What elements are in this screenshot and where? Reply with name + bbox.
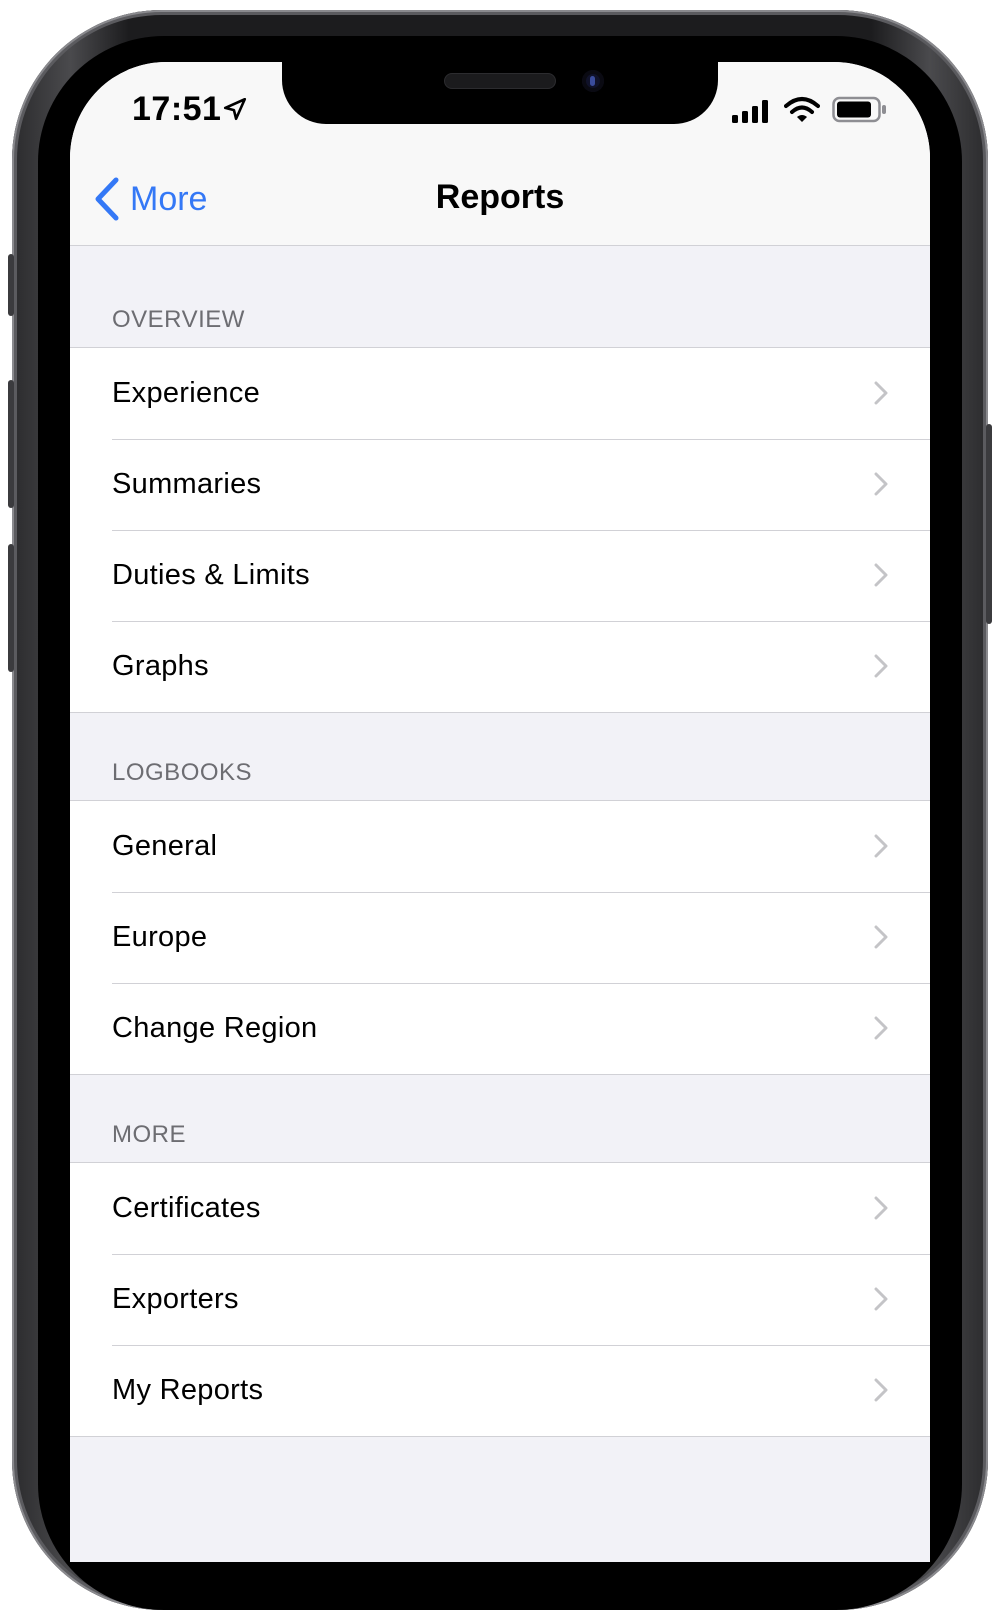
- list-item-duties-limits[interactable]: Duties & Limits: [70, 530, 930, 621]
- chevron-right-icon: [874, 1287, 888, 1311]
- chevron-right-icon: [874, 1196, 888, 1220]
- chevron-right-icon: [874, 654, 888, 678]
- front-camera: [582, 70, 604, 92]
- list-item-experience[interactable]: Experience: [70, 348, 930, 439]
- section-header-overview: OVERVIEW: [112, 306, 245, 333]
- mute-switch: [8, 254, 14, 316]
- power-button: [986, 424, 992, 624]
- list-item-summaries[interactable]: Summaries: [70, 439, 930, 530]
- section-logbooks: General Europe Change Region: [70, 800, 930, 1075]
- list-item-general[interactable]: General: [70, 801, 930, 892]
- battery-icon: [832, 96, 886, 123]
- wifi-icon: [784, 97, 820, 122]
- volume-down-button: [8, 544, 14, 672]
- list-item-europe[interactable]: Europe: [70, 892, 930, 983]
- chevron-right-icon: [874, 472, 888, 496]
- page-title: Reports: [435, 178, 565, 216]
- reports-list: OVERVIEW Experience Summaries Duties & L…: [70, 246, 930, 1437]
- section-header-more: MORE: [112, 1121, 186, 1148]
- speaker-grille: [444, 73, 556, 89]
- section-header-logbooks: LOGBOOKS: [112, 759, 253, 786]
- phone-screen: 17:51 More Reports OVERVIEW Experience S…: [70, 62, 930, 1562]
- location-arrow-icon: [223, 97, 247, 121]
- chevron-right-icon: [874, 925, 888, 949]
- chevron-right-icon: [874, 834, 888, 858]
- cellular-signal-icon: [732, 100, 768, 123]
- list-item-my-reports[interactable]: My Reports: [70, 1345, 930, 1436]
- list-item-change-region[interactable]: Change Region: [70, 983, 930, 1074]
- volume-up-button: [8, 380, 14, 508]
- list-item-graphs[interactable]: Graphs: [70, 621, 930, 712]
- notch: [282, 62, 718, 124]
- section-more: Certificates Exporters My Reports: [70, 1162, 930, 1437]
- list-item-certificates[interactable]: Certificates: [70, 1163, 930, 1254]
- section-overview: Experience Summaries Duties & Limits Gra…: [70, 347, 930, 713]
- list-item-exporters[interactable]: Exporters: [70, 1254, 930, 1345]
- chevron-right-icon: [874, 1378, 888, 1402]
- status-time: 17:51: [132, 90, 222, 128]
- chevron-right-icon: [874, 1016, 888, 1040]
- chevron-right-icon: [874, 563, 888, 587]
- chevron-right-icon: [874, 381, 888, 405]
